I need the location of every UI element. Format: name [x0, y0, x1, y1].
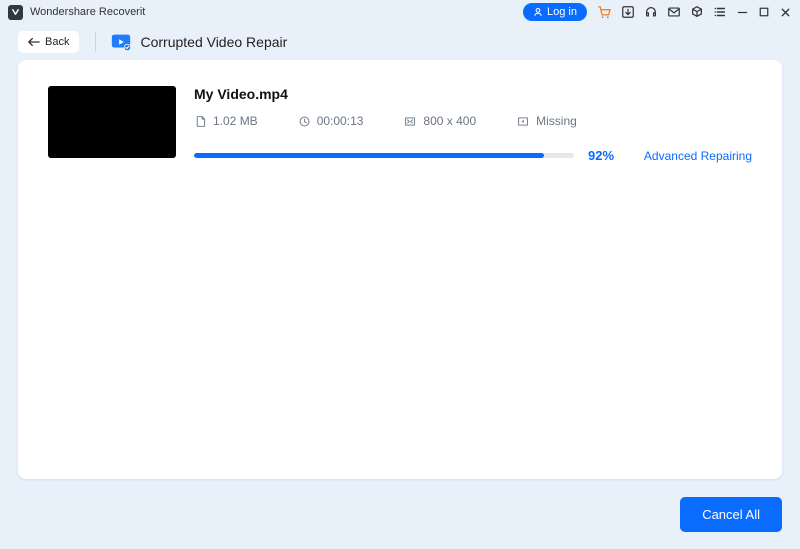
meta-resolution-value: 800 x 400	[423, 114, 476, 128]
import-icon[interactable]	[621, 5, 635, 19]
cube-icon[interactable]	[690, 5, 704, 19]
resolution-icon	[403, 115, 417, 128]
back-label: Back	[45, 36, 69, 48]
close-icon[interactable]	[779, 6, 792, 19]
header: Back Corrupted Video Repair	[0, 24, 800, 60]
cart-icon[interactable]	[597, 5, 612, 20]
header-divider	[95, 32, 96, 52]
meta-location: Missing	[516, 114, 577, 128]
login-label: Log in	[547, 6, 577, 18]
feature-title: Corrupted Video Repair	[140, 34, 287, 50]
file-meta: 1.02 MB 00:00:13 800 x 400 Missing	[194, 114, 752, 128]
progress-bar-fill	[194, 153, 544, 158]
cancel-all-button[interactable]: Cancel All	[680, 497, 782, 532]
clock-icon	[298, 115, 311, 128]
meta-size: 1.02 MB	[194, 114, 258, 128]
video-thumbnail	[48, 86, 176, 158]
minimize-icon[interactable]	[736, 6, 749, 19]
progress-percent: 92%	[588, 148, 628, 163]
file-name: My Video.mp4	[194, 86, 752, 102]
login-button[interactable]: Log in	[523, 3, 587, 21]
arrow-left-icon	[28, 37, 40, 47]
maximize-icon[interactable]	[758, 6, 770, 18]
app-name: Wondershare Recoverit	[30, 6, 145, 18]
progress-bar	[194, 153, 574, 158]
feature-icon	[110, 31, 132, 53]
footer: Cancel All	[0, 479, 800, 549]
progress-status: Advanced Repairing	[642, 149, 752, 163]
file-icon	[194, 115, 207, 128]
back-button[interactable]: Back	[18, 31, 79, 53]
meta-duration: 00:00:13	[298, 114, 364, 128]
mail-icon[interactable]	[667, 5, 681, 19]
headset-icon[interactable]	[644, 5, 658, 19]
list-icon[interactable]	[713, 5, 727, 19]
titlebar: Wondershare Recoverit Log in	[0, 0, 800, 24]
location-icon	[516, 115, 530, 128]
progress-row: 92% Advanced Repairing	[194, 148, 752, 163]
app-logo-icon	[8, 5, 23, 20]
repair-item: My Video.mp4 1.02 MB 00:00:13 800 x 400 …	[48, 86, 752, 163]
user-icon	[533, 7, 543, 17]
meta-resolution: 800 x 400	[403, 114, 476, 128]
meta-duration-value: 00:00:13	[317, 114, 364, 128]
main-card: My Video.mp4 1.02 MB 00:00:13 800 x 400 …	[18, 60, 782, 479]
meta-location-value: Missing	[536, 114, 577, 128]
meta-size-value: 1.02 MB	[213, 114, 258, 128]
